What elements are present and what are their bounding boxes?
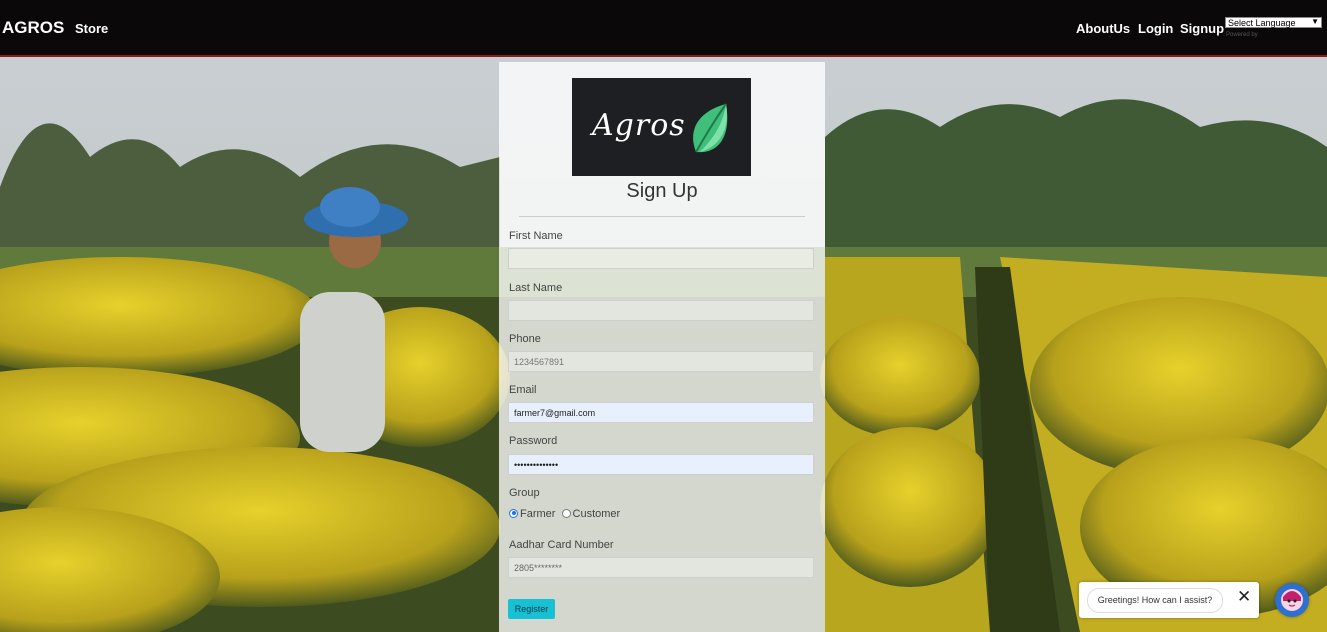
title-divider xyxy=(519,216,805,217)
powered-by-text: Powered by xyxy=(1226,32,1258,38)
logo-text: Agros xyxy=(592,108,686,143)
language-select[interactable]: Select Language ▼ xyxy=(1225,17,1322,28)
nav-link-store[interactable]: Store xyxy=(75,21,108,36)
chat-greeting-bubble: Greetings! How can I assist? ✕ xyxy=(1079,582,1259,618)
nav-link-about[interactable]: AboutUs xyxy=(1076,21,1130,36)
group-label: Group xyxy=(509,487,540,499)
register-button[interactable]: Register xyxy=(508,599,555,619)
agros-logo: Agros xyxy=(572,78,751,176)
password-field[interactable]: •••••••••••••• xyxy=(508,454,814,475)
email-field[interactable]: farmer7@gmail.com xyxy=(508,402,814,423)
brand-logo[interactable]: AGROS xyxy=(2,18,64,38)
language-select-value: Select Language xyxy=(1228,18,1296,28)
first-name-label: First Name xyxy=(509,230,563,242)
aadhar-label: Aadhar Card Number xyxy=(509,539,614,551)
customer-radio[interactable] xyxy=(561,508,571,518)
top-navbar: AGROS Store AboutUs Login Signup Select … xyxy=(0,0,1327,57)
nav-link-signup[interactable]: Signup xyxy=(1180,21,1224,36)
customer-radio-label[interactable]: Customer xyxy=(573,508,621,520)
aadhar-field[interactable]: 2805******** xyxy=(508,557,814,578)
last-name-field[interactable] xyxy=(508,300,814,321)
chevron-down-icon: ▼ xyxy=(1311,17,1319,26)
first-name-field[interactable] xyxy=(508,248,814,269)
farmer-radio[interactable] xyxy=(509,508,518,518)
phone-label: Phone xyxy=(509,333,541,345)
group-radio-group: Farmer Customer xyxy=(509,508,620,520)
chat-greeting-text[interactable]: Greetings! How can I assist? xyxy=(1087,588,1223,613)
signup-card: Agros Sign Up First Name Last Name Phone… xyxy=(499,62,825,632)
last-name-label: Last Name xyxy=(509,282,563,294)
password-label: Password xyxy=(509,435,558,447)
nav-link-login[interactable]: Login xyxy=(1138,21,1173,36)
close-icon[interactable]: ✕ xyxy=(1237,587,1251,607)
email-label: Email xyxy=(509,384,537,396)
page-title: Sign Up xyxy=(626,180,698,202)
farmer-radio-label[interactable]: Farmer xyxy=(520,508,555,520)
phone-field[interactable]: 1234567891 xyxy=(508,351,814,372)
chatbot-avatar-icon[interactable] xyxy=(1275,583,1309,617)
leaf-icon xyxy=(693,103,728,153)
